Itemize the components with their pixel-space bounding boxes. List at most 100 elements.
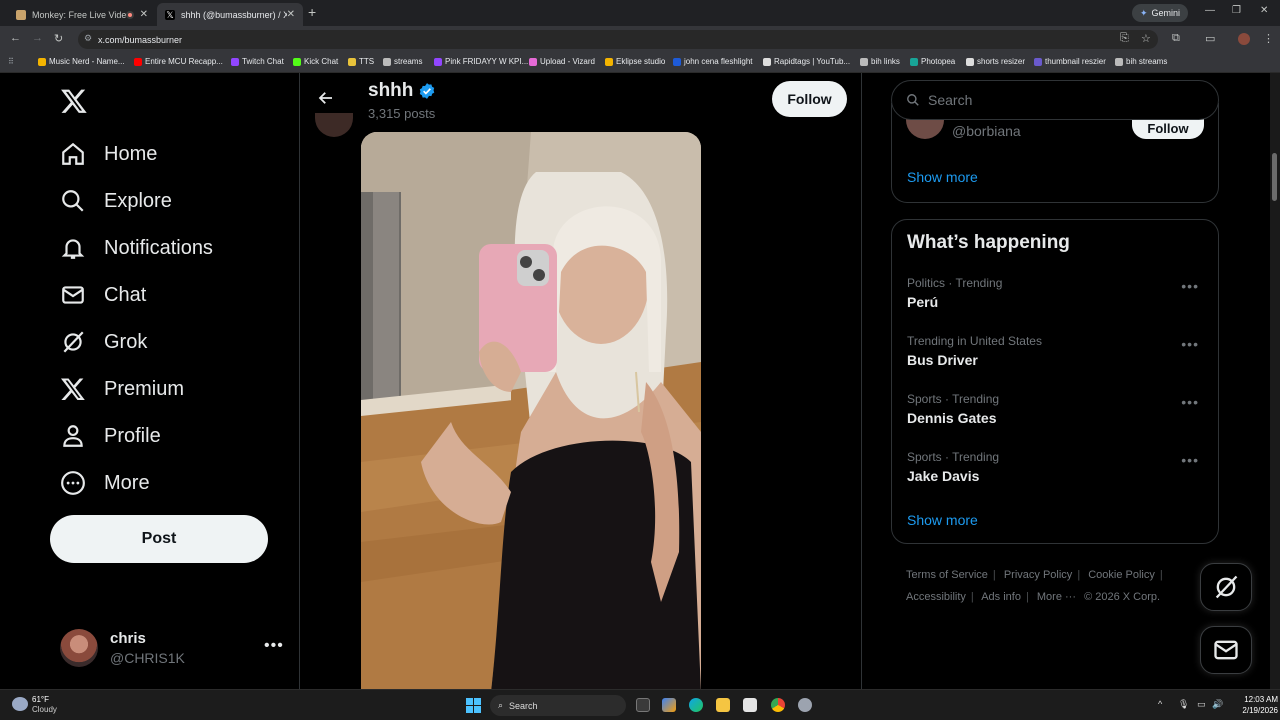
gemini-button[interactable]: ✦ Gemini — [1132, 4, 1189, 22]
tray-overflow-icon[interactable]: ^ — [1158, 699, 1162, 709]
back-icon[interactable]: ← — [10, 32, 21, 44]
url-field[interactable]: ⚙ x.com/bumassburner — [78, 30, 1158, 49]
cookie-link[interactable]: Cookie Policy — [1088, 569, 1155, 581]
bookmark-item[interactable]: streams — [383, 57, 422, 66]
profile-avatar[interactable] — [315, 113, 353, 137]
trend-item[interactable]: Politics · Trending Perú ••• — [907, 276, 1207, 316]
page-scrollbar[interactable] — [1270, 73, 1280, 689]
trend-more-icon[interactable]: ••• — [1181, 278, 1199, 294]
store-icon[interactable] — [743, 698, 757, 712]
terms-link[interactable]: Terms of Service — [906, 569, 988, 581]
profile-name: shhh — [368, 80, 414, 101]
nav-notifications[interactable]: Notifications — [60, 233, 213, 263]
windows-taskbar: 61°F Cloudy ⌕ Search ^ 🎙 ▭ 🔊 12:03 AM 2/… — [0, 689, 1280, 720]
weather-widget[interactable]: 61°F Cloudy — [12, 695, 82, 717]
nav-home[interactable]: Home — [60, 139, 157, 169]
selfie-photo — [361, 132, 701, 689]
bookmark-item[interactable]: john cena fleshlight — [673, 57, 753, 66]
bookmark-item[interactable]: Pink FRIDAYY W KPI... — [434, 57, 528, 66]
nav-chat[interactable]: Chat — [60, 280, 146, 310]
bookmark-item[interactable]: shorts resizer — [966, 57, 1025, 66]
sidebar-icon[interactable]: ▭ — [1205, 32, 1215, 45]
trend-more-icon[interactable]: ••• — [1181, 336, 1199, 352]
bookmark-item[interactable]: Eklipse studio — [605, 57, 665, 66]
bookmark-item[interactable]: Upload - Vizard — [529, 57, 595, 66]
scrollbar-thumb[interactable] — [1272, 153, 1277, 201]
more-dots-icon[interactable]: ••• — [264, 637, 284, 655]
monkey-favicon-icon — [16, 9, 26, 20]
site-settings-icon[interactable]: ⚙ — [84, 33, 92, 44]
chrome-icon[interactable] — [771, 698, 785, 712]
close-window-icon[interactable]: ✕ — [1260, 5, 1268, 16]
show-more-link[interactable]: Show more — [907, 169, 978, 185]
tab-title: shhh (@bumassburner) / X — [181, 9, 287, 20]
copilot-icon[interactable] — [662, 698, 676, 712]
show-more-link[interactable]: Show more — [907, 512, 978, 528]
nav-label: Notifications — [104, 236, 213, 259]
extensions-icon[interactable]: ⧉ — [1172, 32, 1180, 45]
bookmark-star-icon[interactable]: ☆ — [1141, 32, 1151, 45]
follow-button[interactable]: Follow — [772, 81, 847, 117]
reload-icon[interactable]: ↻ — [54, 32, 63, 45]
network-icon[interactable]: ▭ — [1197, 699, 1206, 710]
app-icon[interactable] — [798, 698, 812, 712]
trend-more-icon[interactable]: ••• — [1181, 452, 1199, 468]
ads-info-link[interactable]: Ads info — [981, 591, 1021, 603]
bookmark-item[interactable]: Photopea — [910, 57, 955, 66]
post-button[interactable]: Post — [50, 515, 268, 563]
new-tab-button[interactable]: + — [308, 4, 316, 20]
tab-monkey[interactable]: Monkey: Free Live Video Ch ✕ — [8, 3, 156, 26]
taskbar-search[interactable]: ⌕ Search — [490, 695, 626, 716]
bookmark-item[interactable]: TTS — [348, 57, 374, 66]
search-icon: ⌕ — [498, 700, 504, 710]
trend-item[interactable]: Sports · Trending Jake Davis ••• — [907, 450, 1207, 490]
tab-title: Monkey: Free Live Video Ch — [32, 9, 126, 20]
apps-grid-icon[interactable]: ⠿ — [8, 57, 14, 66]
user-name: chris — [110, 630, 146, 647]
profile-media-image[interactable] — [361, 132, 701, 689]
trend-item[interactable]: Trending in United States Bus Driver ••• — [907, 334, 1207, 374]
bookmark-item[interactable]: Kick Chat — [293, 57, 338, 66]
account-switcher[interactable]: chris @CHRIS1K ••• — [60, 629, 290, 669]
bookmark-item[interactable]: bih links — [860, 57, 900, 66]
nav-profile[interactable]: Profile — [60, 421, 161, 451]
menu-kebab-icon[interactable]: ⋮ — [1263, 32, 1274, 45]
trend-more-icon[interactable]: ••• — [1181, 394, 1199, 410]
search-input[interactable]: Search — [891, 80, 1219, 120]
profile-avatar-icon[interactable] — [1238, 33, 1250, 45]
close-tab-icon[interactable]: ✕ — [140, 9, 148, 20]
tab-x-profile[interactable]: 𝕏 shhh (@bumassburner) / X ✕ — [157, 3, 303, 26]
windows-start-icon[interactable] — [466, 698, 481, 713]
bookmark-item[interactable]: thumbnail reszier — [1034, 57, 1106, 66]
privacy-link[interactable]: Privacy Policy — [1004, 569, 1072, 581]
bookmark-item[interactable]: Rapidtags | YouTub... — [763, 57, 850, 66]
system-clock[interactable]: 12:03 AM 2/19/2026 — [1222, 694, 1278, 716]
install-app-icon[interactable]: ⎘ — [1120, 32, 1129, 45]
bookmark-item[interactable]: Music Nerd - Name... — [38, 57, 125, 66]
nav-premium[interactable]: Premium — [60, 374, 184, 404]
bookmark-item[interactable]: Entire MCU Recapp... — [134, 57, 223, 66]
nav-grok[interactable]: Grok — [60, 327, 147, 357]
x-logo-icon[interactable] — [60, 87, 88, 115]
nav-explore[interactable]: Explore — [60, 186, 172, 216]
task-view-icon[interactable] — [636, 698, 650, 712]
minimize-icon[interactable]: — — [1205, 5, 1215, 16]
more-link[interactable]: More ··· — [1037, 591, 1076, 603]
messages-fab-button[interactable] — [1200, 626, 1252, 674]
back-arrow-icon[interactable] — [317, 89, 335, 107]
nav-more[interactable]: More — [60, 468, 150, 498]
browser-tab-bar: Monkey: Free Live Video Ch ✕ 𝕏 shhh (@bu… — [0, 0, 1280, 26]
bookmark-item[interactable]: bih streams — [1115, 57, 1167, 66]
maximize-icon[interactable]: ❐ — [1232, 5, 1241, 16]
file-explorer-icon[interactable] — [716, 698, 730, 712]
bookmark-item[interactable]: Twitch Chat — [231, 57, 284, 66]
close-tab-icon[interactable]: ✕ — [287, 9, 295, 20]
edge-icon[interactable] — [689, 698, 703, 712]
microphone-icon[interactable]: 🎙 — [1178, 699, 1189, 710]
trend-item[interactable]: Sports · Trending Dennis Gates ••• — [907, 392, 1207, 432]
accessibility-link[interactable]: Accessibility — [906, 591, 966, 603]
trend-topic: Dennis Gates — [907, 410, 997, 426]
forward-icon[interactable]: → — [32, 32, 43, 44]
grok-fab-button[interactable] — [1200, 563, 1252, 611]
suggested-user-handle[interactable]: @borbiana — [952, 123, 1021, 139]
